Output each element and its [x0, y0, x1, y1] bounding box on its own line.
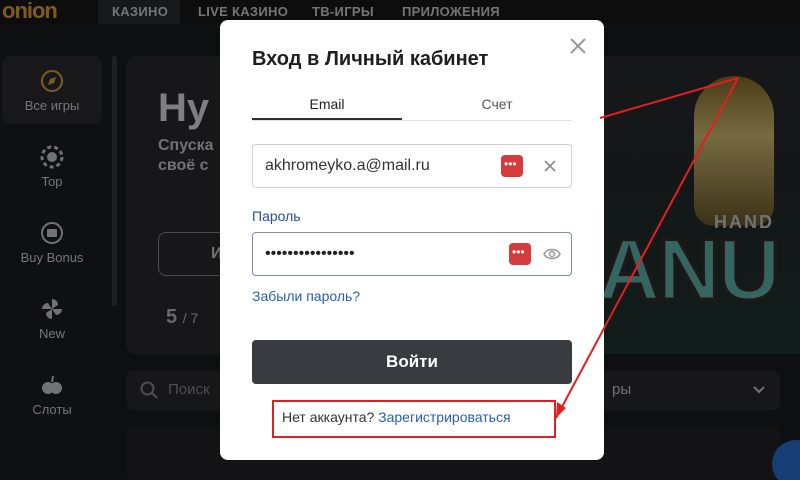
clear-icon[interactable] — [543, 159, 557, 173]
tab-divider — [252, 120, 572, 121]
email-value: akhromeyko.a@mail.ru — [265, 157, 430, 174]
password-manager-icon[interactable] — [501, 155, 523, 177]
close-icon[interactable] — [568, 36, 588, 56]
password-value: •••••••••••••••• — [265, 245, 355, 262]
password-manager-icon[interactable] — [509, 243, 531, 265]
register-link[interactable]: Зарегистрироваться — [378, 409, 510, 425]
eye-icon[interactable] — [543, 245, 561, 263]
login-button[interactable]: Войти — [252, 340, 572, 384]
forgot-password-link[interactable]: Забыли пароль? — [252, 288, 360, 304]
tab-account[interactable]: Счет — [422, 96, 572, 112]
email-field[interactable]: akhromeyko.a@mail.ru — [252, 144, 572, 188]
modal-title: Вход в Личный кабинет — [252, 48, 489, 70]
password-field[interactable]: •••••••••••••••• — [252, 232, 572, 276]
login-modal: Вход в Личный кабинет Email Счет akhrome… — [220, 20, 604, 460]
tab-email[interactable]: Email — [252, 96, 402, 112]
register-prompt-text: Нет аккаунта? — [282, 409, 375, 425]
register-prompt: Нет аккаунта? Зарегистрироваться — [282, 409, 511, 425]
password-label: Пароль — [252, 208, 301, 224]
tab-active-indicator — [252, 118, 402, 120]
